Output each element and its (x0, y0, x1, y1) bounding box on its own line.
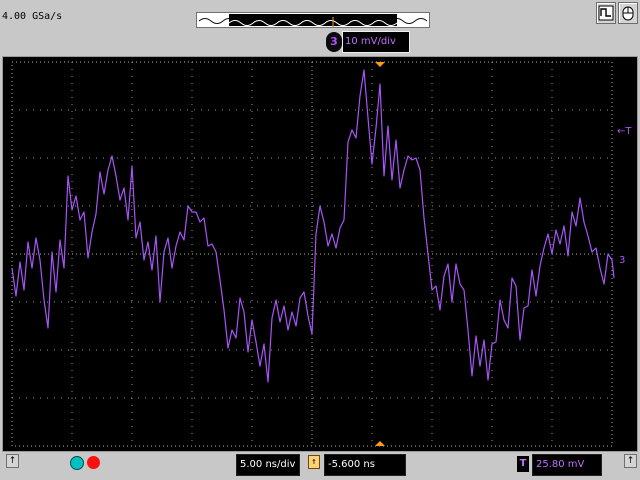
delay-arrow-icon[interactable]: ↑ (308, 455, 320, 469)
trigger-scroll-button[interactable]: ↑ (624, 454, 637, 468)
scroll-up-icon: ↑ (626, 456, 635, 466)
trigger-level-field[interactable]: 25.80 mV (532, 454, 602, 476)
channel-ground-label: 3 (619, 255, 626, 266)
scroll-up-icon: ↑ (8, 456, 17, 466)
trigger-badge[interactable]: T (517, 456, 529, 472)
record-icon[interactable] (87, 456, 100, 469)
delay-field[interactable]: -5.600 ns (324, 454, 406, 476)
timebase-field[interactable]: 5.00 ns/div (236, 454, 300, 476)
channel-color-icon[interactable] (70, 456, 84, 470)
graticule (11, 61, 615, 447)
trigger-level-label: ←T (617, 126, 632, 137)
trigger-position-marker-bottom (375, 441, 385, 446)
channel-3-trace (11, 69, 615, 383)
trigger-position-marker (375, 62, 385, 67)
scroll-up-button[interactable]: ↑ (6, 454, 19, 468)
